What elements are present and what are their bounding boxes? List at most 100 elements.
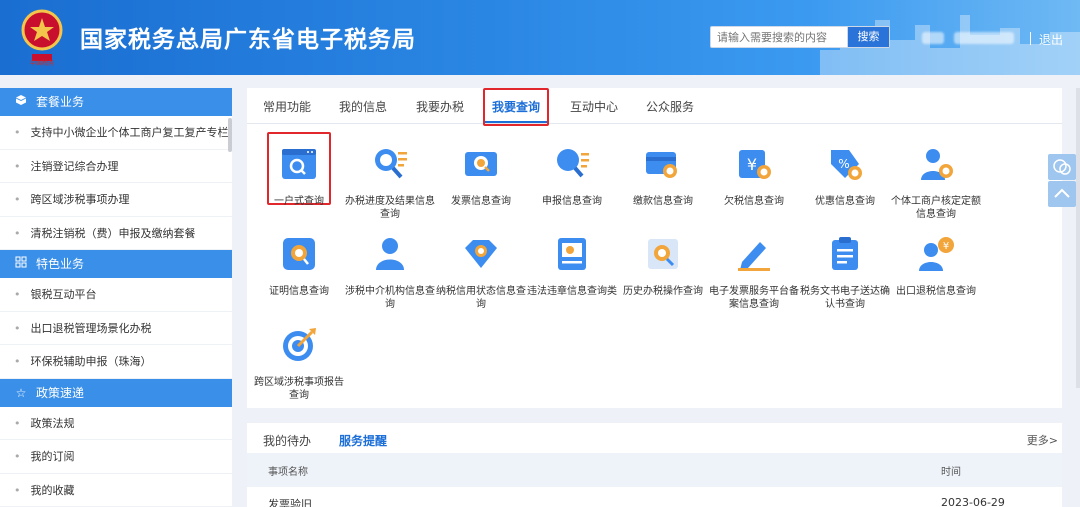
grid-icon	[14, 250, 28, 278]
person-search-icon	[921, 149, 953, 180]
item-label: 电子发票服务平台备案信息查询	[709, 286, 799, 310]
query-item-progress[interactable]: 办税进度及结果信息查询	[345, 144, 435, 221]
section-title: 特色业务	[36, 257, 85, 271]
main-tabs: 常用功能 我的信息 我要办税 我要查询 互动中心 公众服务	[247, 88, 1062, 126]
item-label: 优惠信息查询	[815, 196, 875, 207]
cube-icon	[14, 88, 28, 116]
sidebar-item[interactable]: 政策法规	[0, 407, 232, 440]
svg-text:¥: ¥	[747, 155, 757, 174]
diamond-credit-icon	[465, 240, 497, 268]
more-link[interactable]: 更多>	[1027, 432, 1058, 448]
star-icon: ☆	[15, 385, 27, 400]
query-item-e-delivery[interactable]: 税务文书电子送达确认书查询	[800, 234, 890, 311]
query-item-quota[interactable]: 个体工商户核定定额信息查询	[891, 144, 981, 221]
svg-text:¥: ¥	[943, 241, 949, 252]
sidebar-item[interactable]: 我的收藏	[0, 474, 232, 507]
tab-service-reminder[interactable]: 服务提醒	[339, 432, 387, 449]
query-item-agency[interactable]: 涉税中介机构信息查询	[345, 234, 435, 311]
sidebar-item[interactable]: 环保税辅助申报（珠海）	[0, 345, 232, 379]
query-item-history[interactable]: 历史办税操作查询	[618, 234, 708, 298]
query-item-preferential[interactable]: % 优惠信息查询	[800, 144, 890, 208]
sidebar-item[interactable]: 出口退税管理场景化办税	[0, 312, 232, 345]
agent-person-icon	[376, 238, 404, 270]
chat-icon	[1053, 159, 1071, 175]
sidebar: 套餐业务 支持中小微企业个体工商户复工复产专栏 注销登记综合办理 跨区域涉税事项…	[0, 88, 232, 507]
section-title: 政策速递	[36, 385, 85, 400]
query-item-export-refund[interactable]: ¥ 出口退税信息查询	[891, 234, 981, 298]
tab-common[interactable]: 常用功能	[263, 98, 311, 115]
item-label: 涉税中介机构信息查询	[345, 286, 435, 310]
sidebar-item[interactable]: 清税注销税（费）申报及缴纳套餐	[0, 217, 232, 250]
site-title: 国家税务总局广东省电子税务局	[80, 27, 416, 53]
page-scrollbar[interactable]	[1076, 88, 1080, 388]
tab-my-todo[interactable]: 我的待办	[263, 432, 311, 449]
query-item-credit[interactable]: 纳税信用状态信息查询	[436, 234, 526, 311]
sidebar-item[interactable]: 注销登记综合办理	[0, 150, 232, 183]
sidebar-section-package[interactable]: 套餐业务	[0, 88, 232, 116]
search-bar[interactable]: 搜索	[710, 26, 890, 48]
search-input[interactable]	[711, 27, 849, 47]
discount-tag-icon: %	[831, 150, 862, 180]
query-item-declaration[interactable]: 申报信息查询	[527, 144, 617, 208]
history-search-icon	[648, 239, 678, 269]
user-name-blurred	[954, 32, 1014, 44]
section-title: 套餐业务	[36, 95, 85, 109]
user-avatar-blurred	[922, 32, 944, 44]
browser-search-icon	[282, 149, 316, 179]
sidebar-scrollbar[interactable]	[228, 118, 232, 152]
back-to-top-button[interactable]	[1048, 181, 1076, 207]
query-item-cross-region[interactable]: 跨区域涉税事项报告查询	[254, 325, 344, 402]
tab-public-service[interactable]: 公众服务	[646, 98, 694, 115]
query-item-invoice[interactable]: 发票信息查询	[436, 144, 526, 208]
person-yen-icon: ¥	[919, 237, 954, 271]
query-item-violation[interactable]: 违法违章信息查询类	[527, 234, 617, 298]
yen-ticket-icon: ¥	[739, 150, 771, 179]
sidebar-section-special[interactable]: 特色业务	[0, 250, 232, 278]
svg-text:%: %	[838, 157, 849, 171]
sidebar-item[interactable]: 银税互动平台	[0, 278, 232, 312]
card-search-icon	[646, 152, 677, 178]
item-label: 跨区域涉税事项报告查询	[254, 377, 344, 401]
query-item-payment[interactable]: 缴款信息查询	[618, 144, 708, 208]
pen-edit-icon	[738, 242, 770, 271]
item-label: 违法违章信息查询类	[527, 286, 617, 297]
column-header-name: 事项名称	[268, 467, 308, 478]
declaration-search-icon	[557, 149, 589, 178]
row-name: 发票验旧	[268, 498, 312, 507]
sidebar-item[interactable]: 支持中小微企业个体工商户复工复产专栏	[0, 116, 232, 150]
clipboard-icon	[832, 237, 858, 270]
tab-my-info[interactable]: 我的信息	[339, 98, 387, 115]
svg-text:中国税务: 中国税务	[30, 59, 54, 66]
tab-highlight-box	[483, 88, 549, 126]
top-header: 中国税务 国家税务总局广东省电子税务局 搜索 退出	[0, 0, 1080, 75]
query-item-certificate[interactable]: 证明信息查询	[254, 234, 344, 298]
item-label: 欠税信息查询	[724, 196, 784, 207]
tab-interaction[interactable]: 互动中心	[570, 98, 618, 115]
search-button[interactable]: 搜索	[847, 27, 889, 47]
chat-float-button[interactable]	[1048, 154, 1076, 180]
sidebar-item[interactable]: 我的订阅	[0, 440, 232, 474]
item-label: 发票信息查询	[451, 196, 511, 207]
query-item-arrears[interactable]: ¥ 欠税信息查询	[709, 144, 799, 208]
target-icon	[283, 328, 316, 361]
table-header: 事项名称 时间	[247, 453, 1062, 487]
item-label: 办税进度及结果信息查询	[345, 196, 435, 220]
task-panel: 我的待办 服务提醒 更多> 事项名称 时间 发票验旧 2023-06-29	[247, 423, 1062, 507]
item-label: 申报信息查询	[542, 196, 602, 207]
national-emblem-logo: 中国税务	[21, 9, 63, 66]
item-label: 缴款信息查询	[633, 196, 693, 207]
item-label: 纳税信用状态信息查询	[436, 286, 526, 310]
logout-link[interactable]: 退出	[1039, 31, 1063, 48]
tab-tax-handling[interactable]: 我要办税	[416, 98, 464, 115]
item-label: 税务文书电子送达确认书查询	[800, 286, 890, 310]
column-header-time: 时间	[941, 467, 961, 478]
chevron-up-icon	[1054, 188, 1070, 198]
header-divider	[1030, 32, 1031, 45]
item-label: 历史办税操作查询	[623, 286, 703, 297]
query-item-e-invoice[interactable]: 电子发票服务平台备案信息查询	[709, 234, 799, 311]
item-label: 一户式查询	[274, 196, 324, 207]
violation-doc-icon	[558, 238, 586, 270]
sidebar-section-policy[interactable]: ☆ 政策速递	[0, 378, 232, 407]
query-item-household[interactable]: 一户式查询	[254, 144, 344, 208]
sidebar-item[interactable]: 跨区域涉税事项办理	[0, 183, 232, 217]
